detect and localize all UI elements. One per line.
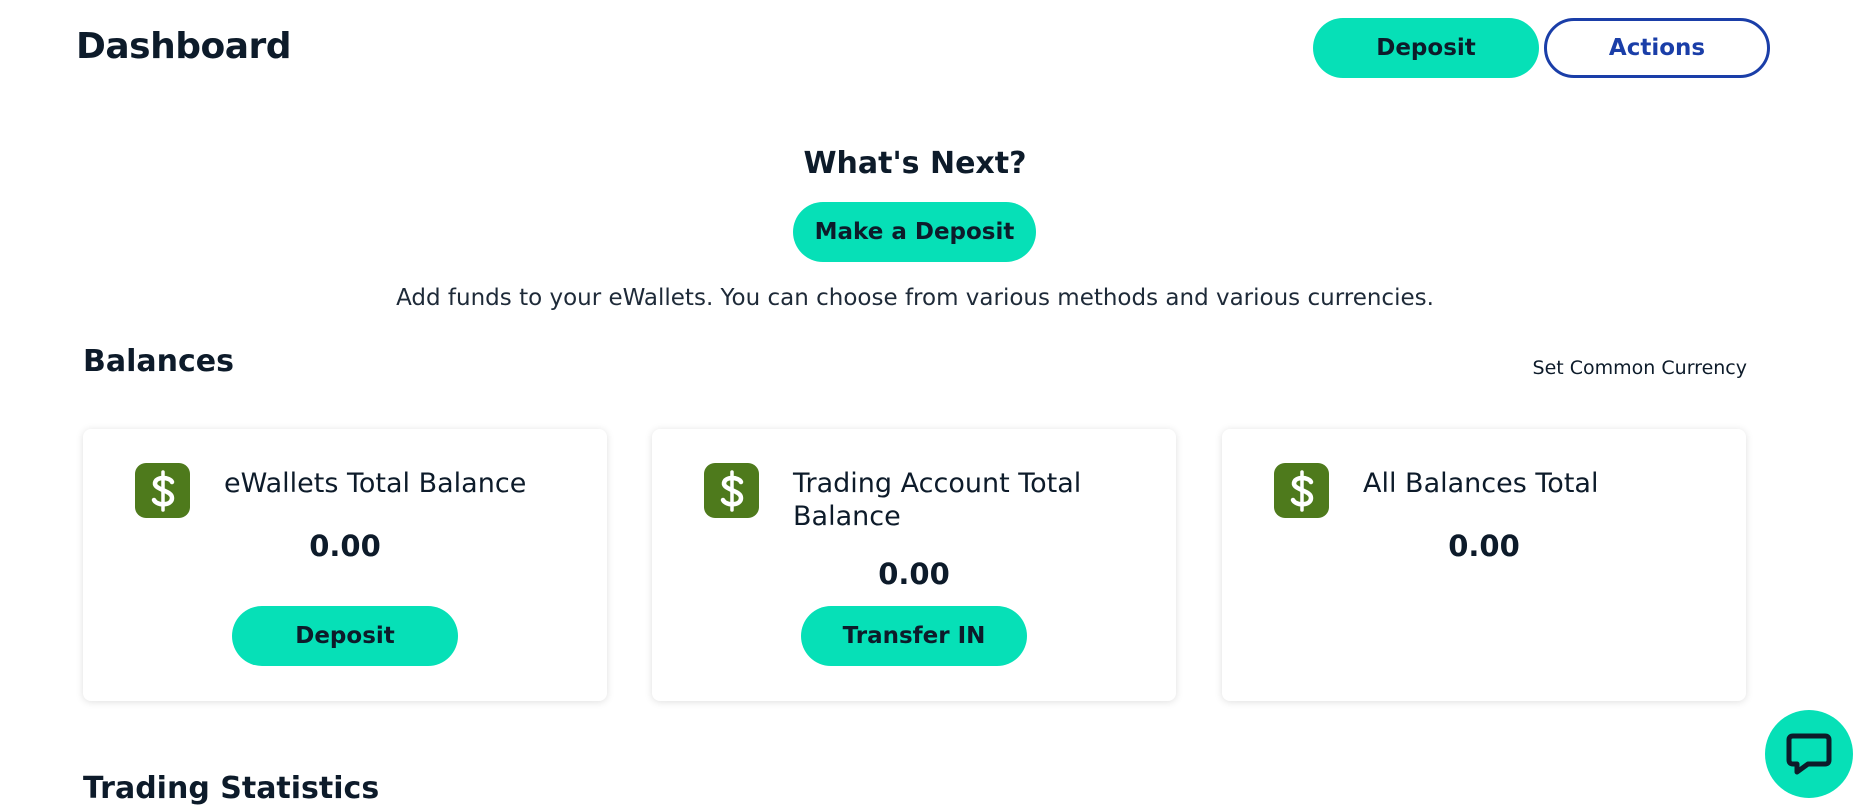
set-common-currency-link[interactable]: Set Common Currency <box>1533 357 1747 379</box>
trading-account-balance-card: Trading Account Total Balance 0.00 Trans… <box>652 429 1176 701</box>
dollar-icon <box>704 463 759 518</box>
chat-button[interactable] <box>1765 710 1853 798</box>
page-title: Dashboard <box>76 26 292 67</box>
dollar-icon <box>1274 463 1329 518</box>
card-value: 0.00 <box>878 557 950 591</box>
make-deposit-button[interactable]: Make a Deposit <box>793 202 1036 262</box>
header-deposit-button[interactable]: Deposit <box>1313 18 1539 78</box>
chat-icon <box>1786 733 1832 775</box>
all-balances-card: All Balances Total 0.00 <box>1222 429 1746 701</box>
transfer-in-button[interactable]: Transfer IN <box>801 606 1027 666</box>
card-label: eWallets Total Balance <box>224 468 527 499</box>
balances-title: Balances <box>83 344 234 379</box>
whats-next-description: Add funds to your eWallets. You can choo… <box>396 285 1434 311</box>
card-label: All Balances Total <box>1363 468 1599 499</box>
card-value: 0.00 <box>1448 529 1520 563</box>
dollar-icon <box>135 463 190 518</box>
ewallets-balance-card: eWallets Total Balance 0.00 Deposit <box>83 429 607 701</box>
card-label: Trading Account Total Balance <box>793 468 1082 532</box>
card-deposit-button[interactable]: Deposit <box>232 606 458 666</box>
trading-statistics-title: Trading Statistics <box>83 771 380 806</box>
actions-button[interactable]: Actions <box>1544 18 1770 78</box>
whats-next-title: What's Next? <box>803 146 1027 181</box>
card-value: 0.00 <box>309 529 381 563</box>
